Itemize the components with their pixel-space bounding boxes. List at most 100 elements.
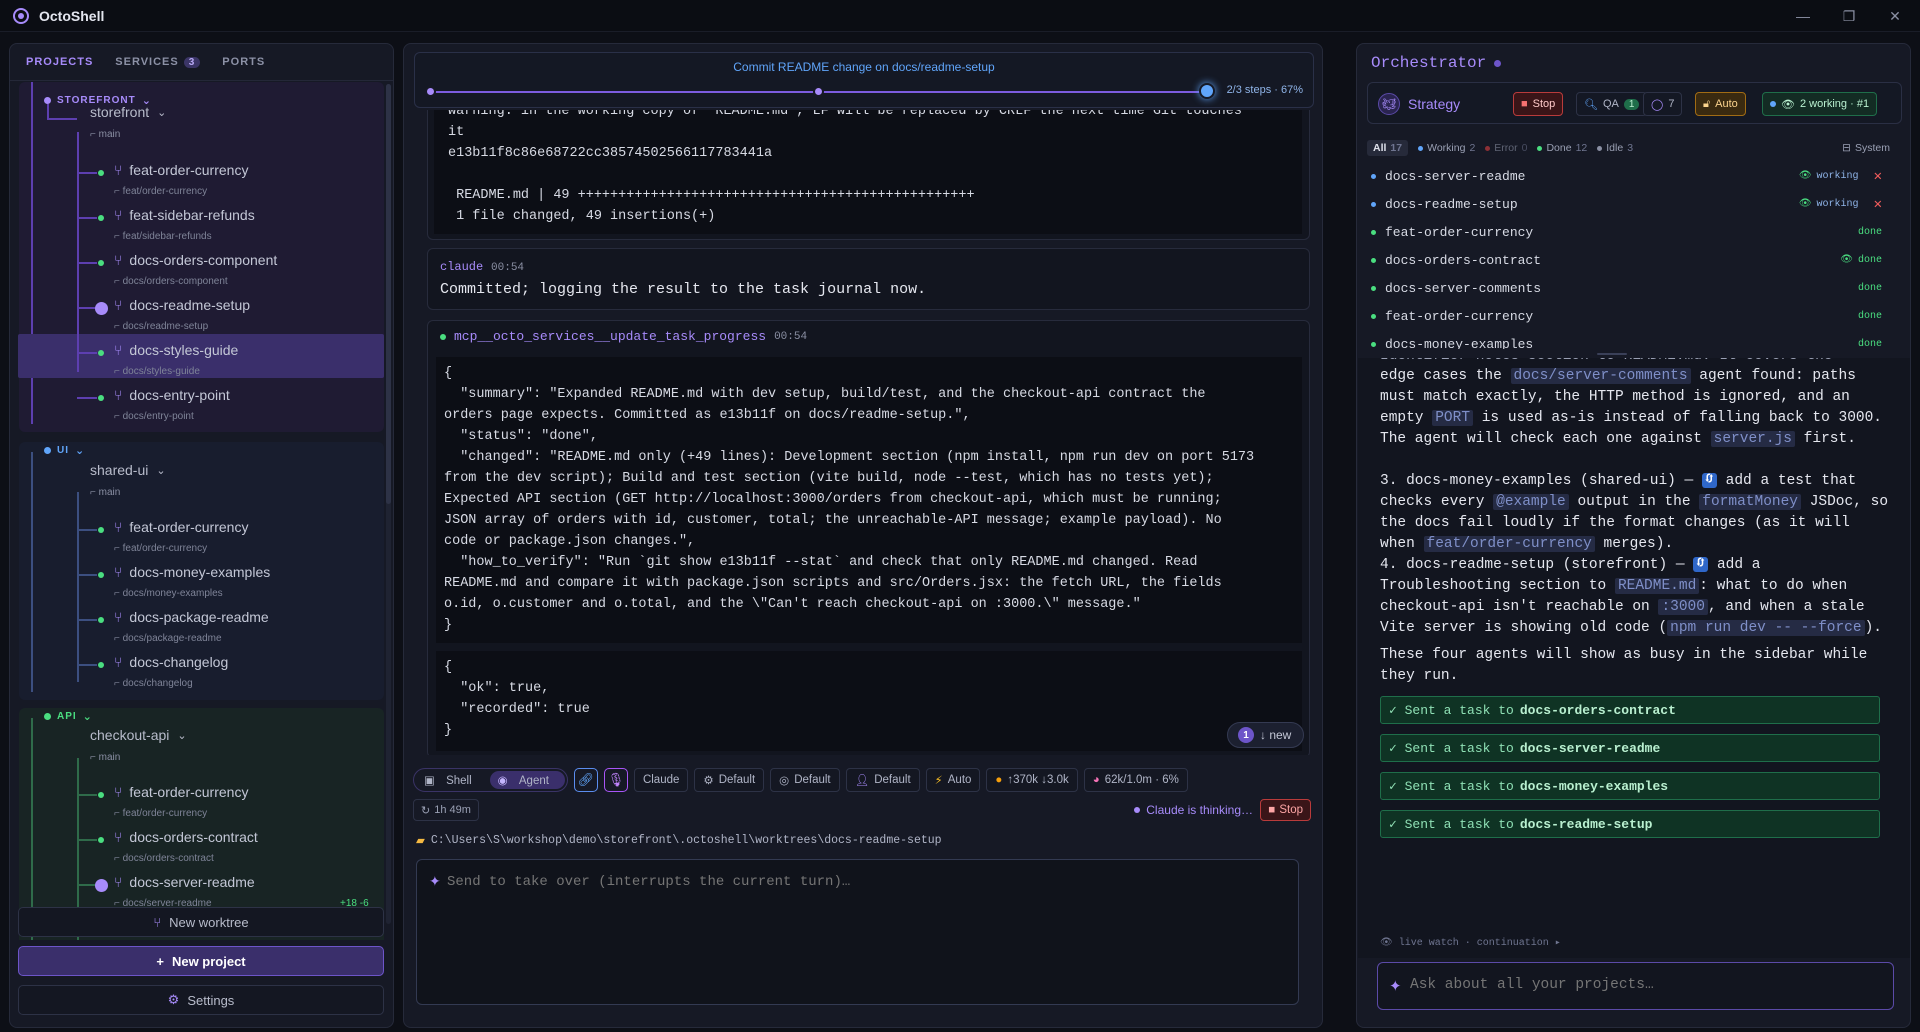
refresh-icon: 🔄︎ (1701, 473, 1717, 488)
repo-storefront[interactable]: storefront ⌄ (90, 104, 166, 120)
settings-button[interactable]: ⚙ Settings (18, 985, 384, 1015)
tool-call-card: mcp__octo_services__update_task_progress… (427, 320, 1310, 755)
sidebar-tabs: PROJECTS SERVICES 3 PORTS (10, 44, 393, 81)
new-worktree-button[interactable]: ⑂ New worktree (18, 907, 384, 937)
filter-idle[interactable]: Idle 3 (1597, 142, 1633, 154)
worktree-name: feat-sidebar-refunds (129, 207, 255, 223)
tab-projects[interactable]: PROJECTS (26, 56, 93, 68)
ask-input[interactable] (1410, 977, 1880, 993)
worktree-name: docs-orders-component (129, 252, 278, 268)
app-title: OctoShell (39, 7, 105, 24)
composer-input[interactable] (447, 874, 1267, 890)
task-row[interactable]: feat-order-currency done (1367, 220, 1892, 244)
filter-error[interactable]: Error 0 (1485, 142, 1527, 154)
repo-checkout-api[interactable]: checkout-api ⌄ (90, 727, 187, 743)
model-select[interactable]: Claude (633, 768, 689, 792)
chat-bubble-icon: ◯ (1651, 98, 1664, 111)
task-list: docs-server-readme 👁︎ working ✕ docs-readme-… (1367, 164, 1892, 349)
task-filters: All 17 Working 2 Error 0 Done 12 Idle 3 ⊟ Syst… (1367, 138, 1902, 158)
cancel-task-icon[interactable]: ✕ (1874, 196, 1882, 213)
worktree-branch: ⌐ docs/entry-point (114, 411, 194, 422)
sparkle-icon: ✦ (1389, 978, 1402, 995)
worktree-docs-orders-contract[interactable]: ⑂ docs-orders-contract (114, 829, 258, 845)
mode-select[interactable]: ⚡︎ Auto (925, 768, 981, 792)
option-select-3[interactable]: 👤︎ Default (845, 768, 920, 792)
task-name: docs-server-comments (1385, 280, 1542, 296)
messages-button[interactable]: ◯ 7 (1643, 92, 1683, 116)
branch-icon: ⑂ (114, 874, 123, 890)
cancel-task-icon[interactable]: ✕ (1874, 168, 1882, 185)
qa-button[interactable]: 🔍︎ QA 1 (1576, 92, 1648, 116)
strategy-button[interactable]: 🐙︎ Strategy (1378, 92, 1460, 116)
filter-system[interactable]: ⊟ System (1842, 142, 1890, 154)
option-select-2[interactable]: ◎ Default (770, 768, 840, 792)
task-row[interactable]: docs-server-comments done (1367, 276, 1892, 300)
resize-handle[interactable] (1597, 353, 1627, 355)
message-text: Committed; logging the result to the tas… (440, 281, 927, 298)
stop-agent-button[interactable]: ■ Stop (1260, 799, 1311, 821)
shell-agent-toggle[interactable]: ▣ Shell ◉ Agent (413, 768, 568, 792)
task-row[interactable]: docs-money-examples done (1367, 332, 1892, 349)
filter-working[interactable]: Working 2 (1418, 142, 1475, 154)
filter-all[interactable]: All 17 (1367, 140, 1409, 156)
branch-icon: ⑂ (114, 207, 123, 223)
shell-mode-button[interactable]: ▣ Shell (416, 771, 488, 789)
close-window-button[interactable]: ✕ (1872, 0, 1918, 32)
live-watch-label[interactable]: 👁 live watch · continuation ▸ (1380, 937, 1561, 949)
new-project-button[interactable]: + New project (18, 946, 384, 976)
brain-icon: ◕ (1092, 774, 1100, 786)
group-header-ui[interactable]: UI ⌄ (44, 440, 85, 460)
tool-name: mcp__octo_services__update_task_progress (454, 329, 767, 344)
worktree-docs-money-examples[interactable]: ⑂ docs-money-examples (114, 564, 270, 580)
worktree-docs-readme-setup[interactable]: ⑂ docs-readme-setup (114, 297, 250, 313)
sidebar-scrollbar[interactable] (386, 84, 391, 924)
branch-icon: ⑂ (114, 829, 123, 845)
worktree-docs-entry-point[interactable]: ⑂ docs-entry-point (114, 387, 230, 403)
chevron-down-icon: ⌄ (177, 729, 187, 742)
chat-paragraph-4: These four agents will show as busy in t… (1380, 647, 1868, 684)
worktree-feat-sidebar-refunds[interactable]: ⑂ feat-sidebar-refunds (114, 207, 255, 223)
task-progress: Commit README change on docs/readme-setu… (414, 52, 1314, 108)
orchestrator-stop-button[interactable]: ■ Stop (1513, 92, 1564, 116)
group-dot-icon (44, 96, 51, 104)
worktree-status-dot-icon (98, 617, 104, 623)
worktree-docs-package-readme[interactable]: ⑂ docs-package-readme (114, 609, 269, 625)
worktree-docs-styles-guide[interactable]: ⑂ docs-styles-guide (114, 342, 238, 358)
tool-input: { "summary": "Expanded README.md with de… (436, 357, 1302, 643)
worktree-status-dot-icon (98, 395, 104, 401)
worktree-status-dot-icon (98, 572, 104, 578)
worktree-branch: ⌐ feat/order-currency (114, 186, 208, 197)
tab-services[interactable]: SERVICES 3 (115, 56, 201, 68)
maximize-button[interactable]: ❐ (1826, 0, 1872, 32)
worktree-name: docs-changelog (129, 654, 229, 670)
worktree-feat-order-currency[interactable]: ⑂ feat-order-currency (114, 162, 248, 178)
tab-ports[interactable]: PORTS (222, 56, 265, 68)
worktree-docs-changelog[interactable]: ⑂ docs-changelog (114, 654, 228, 670)
worktree-feat-order-currency[interactable]: ⑂ feat-order-currency (114, 784, 248, 800)
task-row[interactable]: docs-server-readme 👁︎ working ✕ (1367, 164, 1892, 188)
working-count-button[interactable]: 👁︎ 2 working · #1 (1762, 92, 1878, 116)
worktree-status-dot-icon (98, 792, 104, 798)
task-row[interactable]: docs-orders-contract 👁︎ done (1367, 248, 1892, 272)
minimize-button[interactable]: — (1780, 0, 1826, 32)
worktree-feat-order-currency[interactable]: ⑂ feat-order-currency (114, 519, 248, 535)
task-row[interactable]: feat-order-currency done (1367, 304, 1892, 328)
group-header-api[interactable]: API ⌄ (44, 706, 93, 726)
eye-icon: 👁︎ (1840, 255, 1853, 266)
task-name: docs-server-readme (1385, 168, 1526, 184)
filter-done[interactable]: Done 12 (1537, 142, 1587, 154)
agent-mode-button[interactable]: ◉ Agent (489, 771, 565, 789)
worktree-docs-server-readme[interactable]: ⑂ docs-server-readme (114, 874, 255, 890)
link-icon[interactable]: 🔗︎ (573, 768, 598, 792)
new-messages-badge[interactable]: 1 ↓ new (1227, 722, 1305, 748)
auto-button[interactable]: 🔓︎ Auto (1695, 92, 1746, 116)
microphone-icon[interactable]: 🎙︎ (603, 768, 628, 792)
ask-box: ✦ (1377, 962, 1894, 1010)
task-row[interactable]: docs-readme-setup 👁︎ working ✕ (1367, 192, 1892, 216)
option-select-1[interactable]: ⚙ Default (694, 768, 765, 792)
repo-shared-ui[interactable]: shared-ui ⌄ (90, 462, 166, 478)
search-icon: 🔍︎ (1584, 98, 1598, 111)
worktree-name: docs-money-examples (129, 564, 271, 580)
worktree-docs-orders-component[interactable]: ⑂ docs-orders-component (114, 252, 277, 268)
branch-icon: ⑂ (114, 342, 123, 358)
